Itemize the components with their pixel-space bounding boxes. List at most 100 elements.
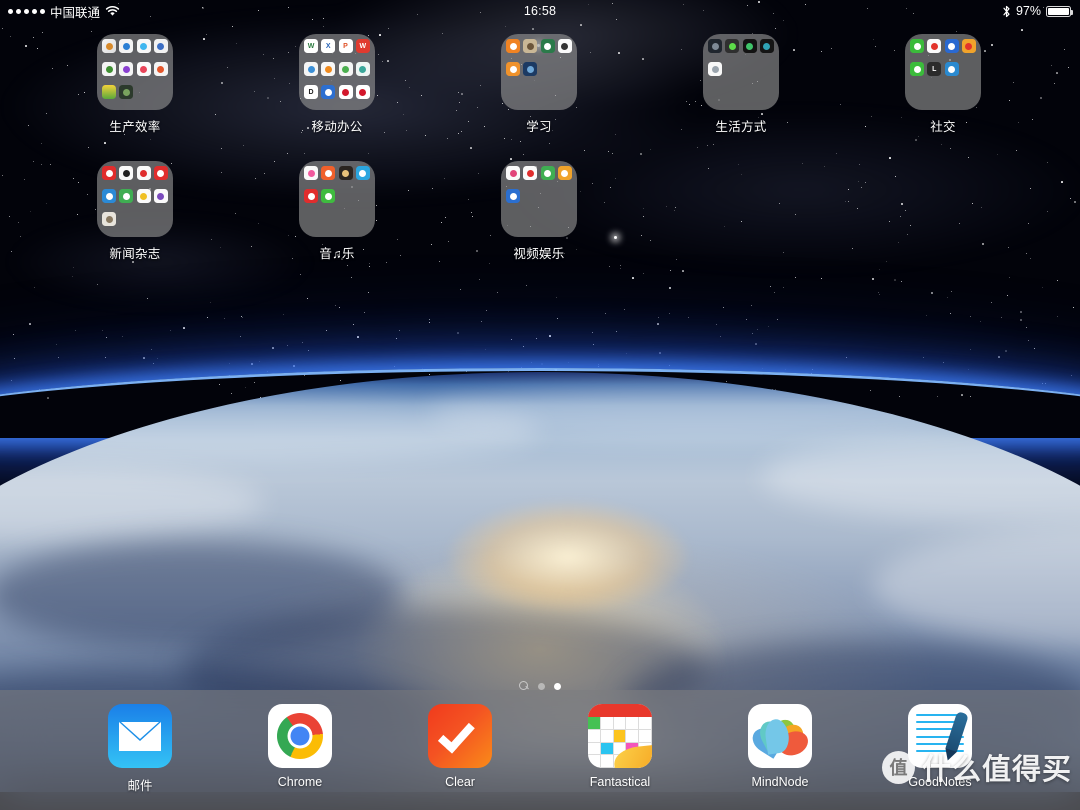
orange-study-icon [506,39,520,53]
folder-label: 音♫乐 [319,247,355,261]
dock-app-label: Clear [445,775,475,789]
sohu-video-icon [557,166,572,180]
folder-icon[interactable] [97,161,173,237]
mail-icon[interactable] [108,704,172,768]
green-chat-icon [910,62,924,76]
page-dot-1[interactable] [538,682,545,690]
dock-app-label: 邮件 [127,779,153,793]
folder-icon[interactable] [97,34,173,110]
battery-icon [1046,5,1073,17]
folder-icon[interactable]: WXPWD [299,34,375,110]
page-dot-2[interactable] [554,682,561,690]
folder-icon[interactable] [501,161,577,237]
folder-新闻杂志[interactable]: 新闻杂志 [34,161,236,262]
dock-app-label: Chrome [277,775,323,789]
linkedin-icon: L [927,62,942,76]
app-grid: 生产效率 W X P W D 移动办公 学习 生活方式 L 社交 新闻杂志 音♫乐 视频娱乐 [0,34,1080,262]
folder-生产效率[interactable]: 生产效率 [34,34,236,135]
black-leaf-icon [742,39,757,53]
folder-label: 社交 [930,120,956,134]
dock-app-chrome[interactable]: Chrome [254,704,346,789]
omnifocus-icon [102,39,116,53]
sun-glare [447,501,688,612]
folder-视频娱乐[interactable]: 视频娱乐 [438,161,640,262]
goodnotes-icon[interactable] [908,704,972,768]
blue-tool-icon [321,85,336,99]
folder-社交[interactable]: L 社交 [842,34,1044,135]
dark-photo-icon [708,39,722,53]
netease-music-icon [304,189,318,203]
yellow-app-icon [102,85,116,99]
green-board-icon [540,39,555,53]
qq-music-icon [321,189,336,203]
night-globe-icon [523,62,538,76]
dock-app-clear[interactable]: Clear [414,704,506,789]
red-ring-icon [338,85,353,99]
bilibili-icon [506,166,520,180]
onedrive-icon [119,39,134,53]
notability-icon [119,62,134,76]
zaker-icon [119,166,134,180]
white-study-icon [557,39,572,53]
red-magazine-icon [153,166,168,180]
folder-label: 生产效率 [109,120,161,134]
folder-icon[interactable] [501,34,577,110]
folder-label: 新闻杂志 [109,247,161,261]
yellow-news-icon [136,189,151,203]
pages-icon [321,62,336,76]
folder-label: 生活方式 [715,120,767,134]
folder-icon[interactable] [703,34,779,110]
iqiyi-icon [540,166,555,180]
download-icon [355,85,370,99]
pdf-icon: D [304,85,318,99]
folder-icon[interactable]: L [905,34,981,110]
mindnode-icon[interactable] [748,704,812,768]
status-bar: 中国联通 16:58 97% [0,0,1080,22]
books-icon [523,39,538,53]
clear-icon[interactable] [428,704,492,768]
documents-icon [153,39,168,53]
fantastical-icon[interactable] [588,704,652,768]
excel-icon: X [321,39,336,53]
blue-note-icon [944,62,959,76]
powerpoint-icon: P [338,39,353,53]
folder-生活方式[interactable]: 生活方式 [640,34,842,135]
dark-app-icon [119,85,134,99]
app-row: 生产效率 W X P W D 移动办公 学习 生活方式 L 社交 [34,34,1080,135]
dock-app-fantastical[interactable]: Fantastical [574,704,666,789]
folder-音♫乐[interactable]: 音♫乐 [236,161,438,262]
chrome-icon[interactable] [268,704,332,768]
dock-app-mindnode[interactable]: MindNode [734,704,826,789]
dock-app-label: MindNode [751,775,809,789]
blue-music-icon [355,166,370,180]
blue-social-icon [944,39,959,53]
folder-icon[interactable] [299,161,375,237]
evernote-icon [102,62,116,76]
dock: 邮件 Chrome Clear Fantastical MindNode Goo… [0,690,1080,810]
folder-label: 移动办公 [311,120,363,134]
white-card-icon [708,62,722,76]
clock-label: 16:58 [523,4,557,18]
black-square-icon [759,39,774,53]
blue-reader-icon [102,189,116,203]
wechat-icon [910,39,924,53]
dock-app-goodnotes[interactable]: GoodNotes [894,704,986,789]
toutiao-icon [136,166,151,180]
folder-学习[interactable]: 学习 [438,34,640,135]
folder-移动办公[interactable]: W X P W D 移动办公 [236,34,438,135]
dock-app-mail[interactable]: 邮件 [94,704,186,794]
dark-radio-icon [338,166,353,180]
clock-icon [153,62,168,76]
word-icon: W [304,39,318,53]
folder-label: 视频娱乐 [513,247,565,261]
green-frame-icon [725,39,740,53]
app-row: 新闻杂志 音♫乐 视频娱乐 [34,161,1080,262]
pinwheel-icon [136,62,151,76]
purple-feed-icon [153,189,168,203]
keynote-icon [304,62,318,76]
xiami-icon [321,166,336,180]
orange-phone-icon [506,62,520,76]
youku-icon [523,166,538,180]
blue-video-icon [506,189,520,203]
green-reader-icon [119,189,134,203]
